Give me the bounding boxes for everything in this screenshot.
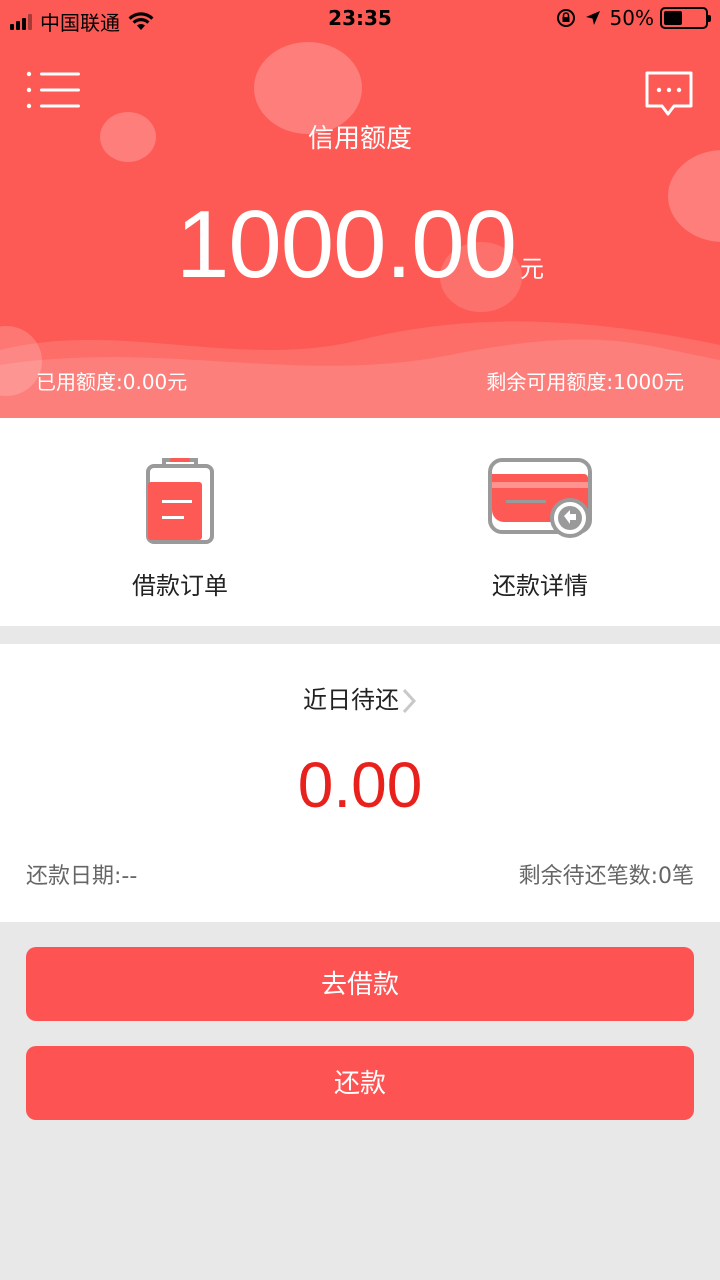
repay-details-label: 还款详情 xyxy=(492,572,588,600)
upcoming-repayment-title: 近日待还 xyxy=(303,686,399,714)
loan-orders-button[interactable]: 借款订单 xyxy=(0,418,360,626)
battery-icon xyxy=(660,7,711,29)
remaining-repayment-count: 剩余待还笔数:0笔 xyxy=(518,864,694,889)
loan-orders-label: 借款订单 xyxy=(132,572,228,600)
menu-button[interactable] xyxy=(26,70,82,110)
rotation-lock-icon xyxy=(556,9,575,27)
upcoming-repayment-card: 近日待还 0.00 还款日期:-- 剩余待还笔数:0笔 xyxy=(0,644,720,922)
card-repay-icon xyxy=(488,458,592,538)
location-icon xyxy=(585,11,600,25)
borrow-button[interactable]: 去借款 xyxy=(26,947,694,1021)
chevron-right-icon xyxy=(402,688,417,714)
remaining-credit: 剩余可用额度:1000元 xyxy=(486,370,684,394)
credit-limit-title: 信用额度 xyxy=(307,124,412,154)
credit-amount-unit: 元 xyxy=(520,255,544,283)
clipboard-icon xyxy=(146,458,214,544)
upcoming-repayment-amount: 0.00 xyxy=(297,749,423,821)
credit-amount-block: 1000.00 元 xyxy=(0,190,720,300)
message-button[interactable] xyxy=(644,70,694,118)
quick-actions: 借款订单 还款详情 xyxy=(0,418,720,626)
upcoming-repayment-link[interactable]: 近日待还 xyxy=(0,680,720,715)
credit-amount: 1000.00 xyxy=(175,191,517,298)
battery-percent: 50% xyxy=(609,6,654,30)
status-bar: 中国联通 23:35 50% xyxy=(0,0,720,38)
credit-header: 中国联通 23:35 50% 信用额度 1000.00 元 已用额度:0.00元… xyxy=(0,0,720,418)
used-credit: 已用额度:0.00元 xyxy=(36,370,188,394)
repayment-date: 还款日期:-- xyxy=(26,864,138,889)
decor-wave xyxy=(0,321,720,418)
repay-details-button[interactable]: 还款详情 xyxy=(360,418,720,626)
menu-icon xyxy=(26,71,80,109)
repay-button[interactable]: 还款 xyxy=(26,1046,694,1120)
message-icon xyxy=(645,71,693,116)
